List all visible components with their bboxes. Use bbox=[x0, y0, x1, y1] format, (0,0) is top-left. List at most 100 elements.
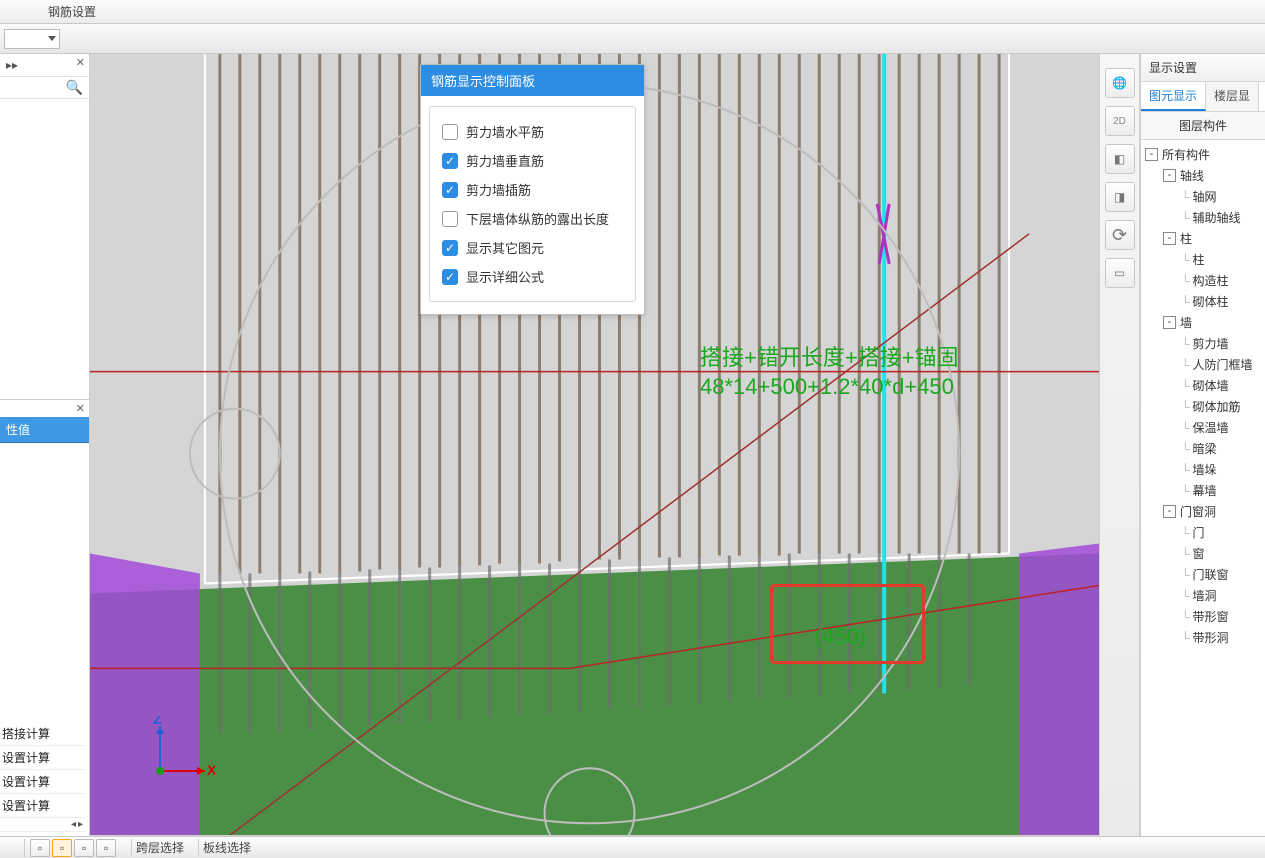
tree-row[interactable]: └人防门框墙 bbox=[1141, 354, 1265, 375]
view-settings-icon[interactable]: ▭ bbox=[1105, 258, 1135, 288]
tree-row[interactable]: -所有构件 bbox=[1141, 144, 1265, 165]
tab-floor-display[interactable]: 楼层显 bbox=[1206, 82, 1259, 111]
tree-label: 砌体柱 bbox=[1193, 293, 1229, 310]
checkbox-row[interactable]: ✓ 显示其它图元 bbox=[442, 233, 623, 262]
close-icon[interactable]: ✕ bbox=[0, 399, 89, 417]
tree-branch-icon: └ bbox=[1181, 190, 1190, 204]
tree-label: 带形洞 bbox=[1193, 629, 1229, 646]
tree-branch-icon: └ bbox=[1181, 568, 1190, 582]
tree-label: 门 bbox=[1193, 524, 1205, 541]
tree-toggle-icon[interactable]: - bbox=[1145, 148, 1158, 161]
chevron-down-icon bbox=[48, 36, 56, 41]
tree-label: 墙 bbox=[1180, 314, 1192, 331]
checkbox[interactable]: ✓ bbox=[442, 240, 458, 256]
checkbox-row[interactable]: 下层墙体纵筋的露出长度 bbox=[442, 204, 623, 233]
tree-row[interactable]: └门 bbox=[1141, 522, 1265, 543]
list-item[interactable]: 设置计算 bbox=[0, 746, 85, 770]
tree-row[interactable]: └墙洞 bbox=[1141, 585, 1265, 606]
list-item[interactable]: 搭接计算 bbox=[0, 722, 85, 746]
tree-row[interactable]: └剪力墙 bbox=[1141, 333, 1265, 354]
tree-row[interactable]: └窗 bbox=[1141, 543, 1265, 564]
tree-row[interactable]: └暗梁 bbox=[1141, 438, 1265, 459]
tree-row[interactable]: -墙 bbox=[1141, 312, 1265, 333]
rebar-display-panel[interactable]: 钢筋显示控制面板 剪力墙水平筋✓剪力墙垂直筋✓剪力墙插筋下层墙体纵筋的露出长度✓… bbox=[420, 64, 645, 315]
tree-branch-icon: └ bbox=[1181, 421, 1190, 435]
list-item[interactable]: 设置计算 bbox=[0, 794, 85, 818]
highlight-value: (450) bbox=[815, 624, 866, 650]
checkbox[interactable] bbox=[442, 211, 458, 227]
checkbox-row[interactable]: ✓ 显示详细公式 bbox=[442, 262, 623, 291]
left-bottom-list: 搭接计算 设置计算 设置计算 设置计算 ◂▸ bbox=[0, 722, 85, 832]
tab-element-display[interactable]: 图元显示 bbox=[1141, 82, 1206, 111]
tree-toggle-icon[interactable]: - bbox=[1163, 505, 1176, 518]
rotate-icon[interactable]: ⟳ bbox=[1105, 220, 1135, 250]
tree-branch-icon: └ bbox=[1181, 589, 1190, 603]
tree-row[interactable]: └轴网 bbox=[1141, 186, 1265, 207]
checkbox[interactable]: ✓ bbox=[442, 153, 458, 169]
tree-label: 柱 bbox=[1180, 230, 1192, 247]
tree-row[interactable]: └墙垛 bbox=[1141, 459, 1265, 480]
checkbox[interactable] bbox=[442, 124, 458, 140]
top-toolbar bbox=[0, 24, 1265, 54]
tree-row[interactable]: └门联窗 bbox=[1141, 564, 1265, 585]
checkbox[interactable]: ✓ bbox=[442, 269, 458, 285]
window-title: 钢筋设置 bbox=[48, 5, 96, 19]
tree-row[interactable]: └辅助轴线 bbox=[1141, 207, 1265, 228]
tree-branch-icon: └ bbox=[1181, 484, 1190, 498]
view-mode-button[interactable]: ▫ bbox=[96, 839, 116, 857]
tree-row[interactable]: └保温墙 bbox=[1141, 417, 1265, 438]
tree-row[interactable]: └幕墙 bbox=[1141, 480, 1265, 501]
tree-row[interactable]: └砌体柱 bbox=[1141, 291, 1265, 312]
tree-row[interactable]: -轴线 bbox=[1141, 165, 1265, 186]
tabs: 图元显示 楼层显 bbox=[1141, 82, 1265, 112]
tree-branch-icon: └ bbox=[1181, 463, 1190, 477]
tree-label: 墙垛 bbox=[1193, 461, 1217, 478]
tree-branch-icon: └ bbox=[1181, 211, 1190, 225]
tree-branch-icon: └ bbox=[1181, 253, 1190, 267]
tree-row[interactable]: └柱 bbox=[1141, 249, 1265, 270]
tree-row[interactable]: └砌体墙 bbox=[1141, 375, 1265, 396]
layer-tree[interactable]: -所有构件-轴线└轴网└辅助轴线-柱└柱└构造柱└砌体柱-墙└剪力墙└人防门框墙… bbox=[1141, 140, 1265, 836]
status-item[interactable]: 跨层选择 bbox=[131, 839, 188, 857]
tree-row[interactable]: -门窗洞 bbox=[1141, 501, 1265, 522]
panel-title: 钢筋显示控制面板 bbox=[421, 65, 644, 96]
view-globe-icon[interactable]: 🌐 bbox=[1105, 68, 1135, 98]
view-mode-button[interactable]: ▫ bbox=[74, 839, 94, 857]
tree-label: 轴网 bbox=[1193, 188, 1217, 205]
search-row: 🔍 bbox=[0, 76, 89, 99]
list-item[interactable]: 设置计算 bbox=[0, 770, 85, 794]
view-cube-alt-icon[interactable]: ◨ bbox=[1105, 182, 1135, 212]
view-mode-button[interactable]: ▫ bbox=[30, 839, 50, 857]
tree-row[interactable]: └带形洞 bbox=[1141, 627, 1265, 648]
model-viewport[interactable]: X Z 钢筋显示控制面板 剪力墙水平筋✓剪力墙垂直筋✓剪力墙插筋下层墙体纵筋的露… bbox=[90, 54, 1100, 836]
checkbox[interactable]: ✓ bbox=[442, 182, 458, 198]
checkbox-row[interactable]: 剪力墙水平筋 bbox=[442, 117, 623, 146]
toolbar-combo[interactable] bbox=[4, 29, 60, 49]
view-2d-button[interactable]: 2D bbox=[1105, 106, 1135, 136]
tree-toggle-icon[interactable]: - bbox=[1163, 232, 1176, 245]
tree-row[interactable]: -柱 bbox=[1141, 228, 1265, 249]
checkbox-label: 显示其它图元 bbox=[466, 238, 544, 257]
close-icon[interactable]: ✕ bbox=[76, 56, 85, 69]
view-mode-button[interactable]: ▫ bbox=[52, 839, 72, 857]
checkbox-row[interactable]: ✓剪力墙插筋 bbox=[442, 175, 623, 204]
tree-label: 柱 bbox=[1193, 251, 1205, 268]
checkbox-label: 剪力墙垂直筋 bbox=[466, 151, 544, 170]
tree-label: 窗 bbox=[1193, 545, 1205, 562]
checkbox-row[interactable]: ✓ 剪力墙垂直筋 bbox=[442, 146, 623, 175]
tree-branch-icon: └ bbox=[1181, 526, 1190, 540]
tree-branch-icon: └ bbox=[1181, 610, 1190, 624]
tree-label: 人防门框墙 bbox=[1193, 356, 1253, 373]
status-item[interactable]: 板线选择 bbox=[198, 839, 255, 857]
checkbox-label: 显示详细公式 bbox=[466, 267, 544, 286]
search-icon[interactable]: 🔍 bbox=[66, 79, 83, 96]
tree-toggle-icon[interactable]: - bbox=[1163, 316, 1176, 329]
tree-row[interactable]: └构造柱 bbox=[1141, 270, 1265, 291]
tree-label: 暗梁 bbox=[1193, 440, 1217, 457]
tree-row[interactable]: └带形窗 bbox=[1141, 606, 1265, 627]
scroll-strip[interactable]: ◂▸ bbox=[0, 818, 85, 832]
tree-label: 幕墙 bbox=[1193, 482, 1217, 499]
tree-toggle-icon[interactable]: - bbox=[1163, 169, 1176, 182]
tree-row[interactable]: └砌体加筋 bbox=[1141, 396, 1265, 417]
view-cube-icon[interactable]: ◧ bbox=[1105, 144, 1135, 174]
